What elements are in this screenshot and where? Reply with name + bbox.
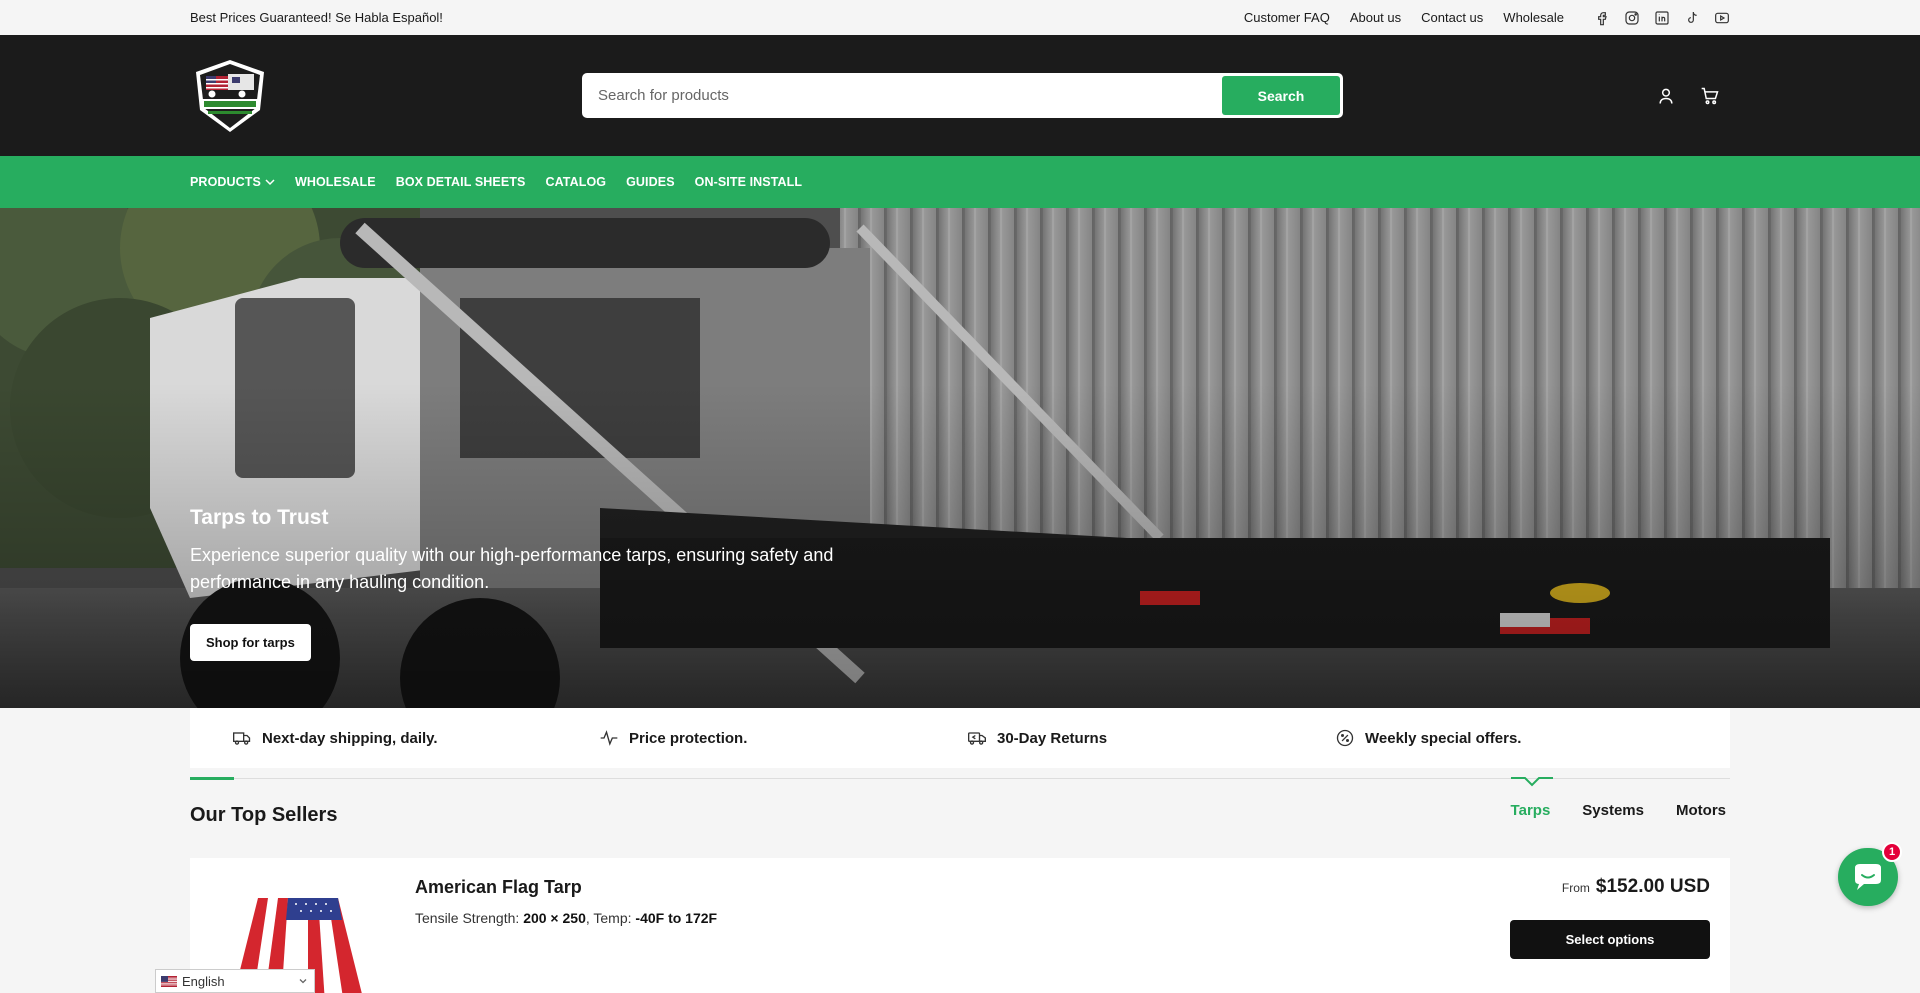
hero-title: Tarps to Trust bbox=[190, 506, 329, 529]
social-links bbox=[1594, 10, 1730, 26]
hero-banner: Tarps to Trust Experience superior quali… bbox=[0, 208, 1920, 708]
main-nav: PRODUCTS WHOLESALE BOX DETAIL SHEETS CAT… bbox=[0, 156, 1920, 208]
chevron-down-icon bbox=[265, 179, 275, 186]
section-divider-accent bbox=[190, 777, 234, 780]
nav-box-detail-sheets[interactable]: BOX DETAIL SHEETS bbox=[396, 175, 526, 189]
top-sellers-tabs: Tarps Systems Motors bbox=[1510, 777, 1726, 819]
select-options-button[interactable]: Select options bbox=[1510, 920, 1710, 959]
spec-temp-label: Temp: bbox=[593, 910, 632, 926]
cart-icon[interactable] bbox=[1700, 86, 1720, 106]
return-truck-icon bbox=[968, 732, 986, 745]
linkedin-icon[interactable] bbox=[1654, 10, 1670, 26]
youtube-icon[interactable] bbox=[1714, 10, 1730, 26]
feature-offers-label: Weekly special offers. bbox=[1365, 729, 1522, 747]
spec-tensile-value: 200 × 250 bbox=[523, 910, 586, 926]
language-selector[interactable]: English bbox=[155, 969, 315, 993]
tiktok-icon[interactable] bbox=[1684, 10, 1700, 26]
nav-catalog[interactable]: CATALOG bbox=[545, 175, 606, 189]
us-flag-icon bbox=[161, 975, 177, 987]
site-header: Search bbox=[0, 35, 1920, 156]
spec-temp-value: -40F to 172F bbox=[635, 910, 718, 926]
truck-icon bbox=[233, 732, 251, 745]
utility-links: Customer FAQ About us Contact us Wholesa… bbox=[1244, 10, 1730, 26]
top-sellers-header: Our Top Sellers Tarps Systems Motors bbox=[190, 777, 1730, 858]
top-bar: Best Prices Guaranteed! Se Habla Español… bbox=[0, 0, 1920, 35]
percent-icon bbox=[1336, 729, 1354, 747]
link-contact-us[interactable]: Contact us bbox=[1421, 10, 1483, 25]
tab-tarps-label: Tarps bbox=[1510, 802, 1551, 819]
nav-products-label: PRODUCTS bbox=[190, 175, 261, 189]
feature-price-protection: Price protection. bbox=[599, 728, 967, 748]
hero-content: Tarps to Trust Experience superior quali… bbox=[190, 506, 910, 661]
nav-wholesale[interactable]: WHOLESALE bbox=[295, 175, 376, 189]
spec-tensile-label: Tensile Strength: bbox=[415, 910, 520, 926]
nav-guides[interactable]: GUIDES bbox=[626, 175, 675, 189]
search-button[interactable]: Search bbox=[1222, 76, 1340, 115]
spec-separator: , bbox=[585, 910, 590, 926]
hero-subtitle: Experience superior quality with our hig… bbox=[190, 545, 834, 592]
chat-unread-badge: 1 bbox=[1882, 842, 1902, 862]
brand-logo[interactable] bbox=[192, 58, 268, 134]
facebook-icon[interactable] bbox=[1594, 10, 1610, 26]
feature-offers: Weekly special offers. bbox=[1335, 728, 1521, 748]
nav-products[interactable]: PRODUCTS bbox=[190, 175, 275, 189]
chevron-down-icon bbox=[299, 979, 307, 984]
header-icons bbox=[1656, 86, 1720, 106]
features-bar: Next-day shipping, daily. Price protecti… bbox=[190, 708, 1730, 768]
search-input[interactable] bbox=[584, 75, 1222, 116]
product-name[interactable]: American Flag Tarp bbox=[415, 877, 582, 898]
feature-returns: 30-Day Returns bbox=[967, 728, 1335, 748]
link-wholesale[interactable]: Wholesale bbox=[1503, 10, 1564, 25]
link-about-us[interactable]: About us bbox=[1350, 10, 1401, 25]
search-bar: Search bbox=[582, 73, 1343, 118]
price-prefix: From bbox=[1561, 881, 1590, 895]
product-card[interactable]: American Flag Tarp Tensile Strength: 200… bbox=[190, 858, 1730, 993]
language-label: English bbox=[182, 973, 225, 989]
link-customer-faq[interactable]: Customer FAQ bbox=[1244, 10, 1330, 25]
chat-bubble-icon bbox=[1855, 864, 1881, 890]
nav-on-site-install[interactable]: ON-SITE INSTALL bbox=[695, 175, 803, 189]
pulse-icon bbox=[600, 730, 618, 746]
active-tab-indicator bbox=[1510, 777, 1553, 787]
top-sellers-title: Our Top Sellers bbox=[190, 804, 338, 826]
instagram-icon[interactable] bbox=[1624, 10, 1640, 26]
section-divider bbox=[190, 778, 1730, 779]
feature-shipping: Next-day shipping, daily. bbox=[232, 728, 599, 748]
price-block: From $152.00 USD bbox=[1562, 876, 1710, 898]
feature-shipping-label: Next-day shipping, daily. bbox=[262, 729, 438, 747]
feature-price-protection-label: Price protection. bbox=[629, 729, 748, 747]
tab-motors[interactable]: Motors bbox=[1676, 802, 1726, 819]
product-specs: Tensile Strength: 200 × 250, Temp: -40F … bbox=[415, 910, 717, 926]
tab-tarps[interactable]: Tarps bbox=[1510, 777, 1553, 819]
account-icon[interactable] bbox=[1656, 86, 1676, 106]
feature-returns-label: 30-Day Returns bbox=[997, 729, 1108, 747]
tab-systems[interactable]: Systems bbox=[1582, 802, 1644, 819]
promo-text: Best Prices Guaranteed! Se Habla Español… bbox=[190, 10, 443, 25]
product-price: $152.00 USD bbox=[1595, 876, 1710, 897]
shop-tarps-button[interactable]: Shop for tarps bbox=[190, 624, 311, 661]
